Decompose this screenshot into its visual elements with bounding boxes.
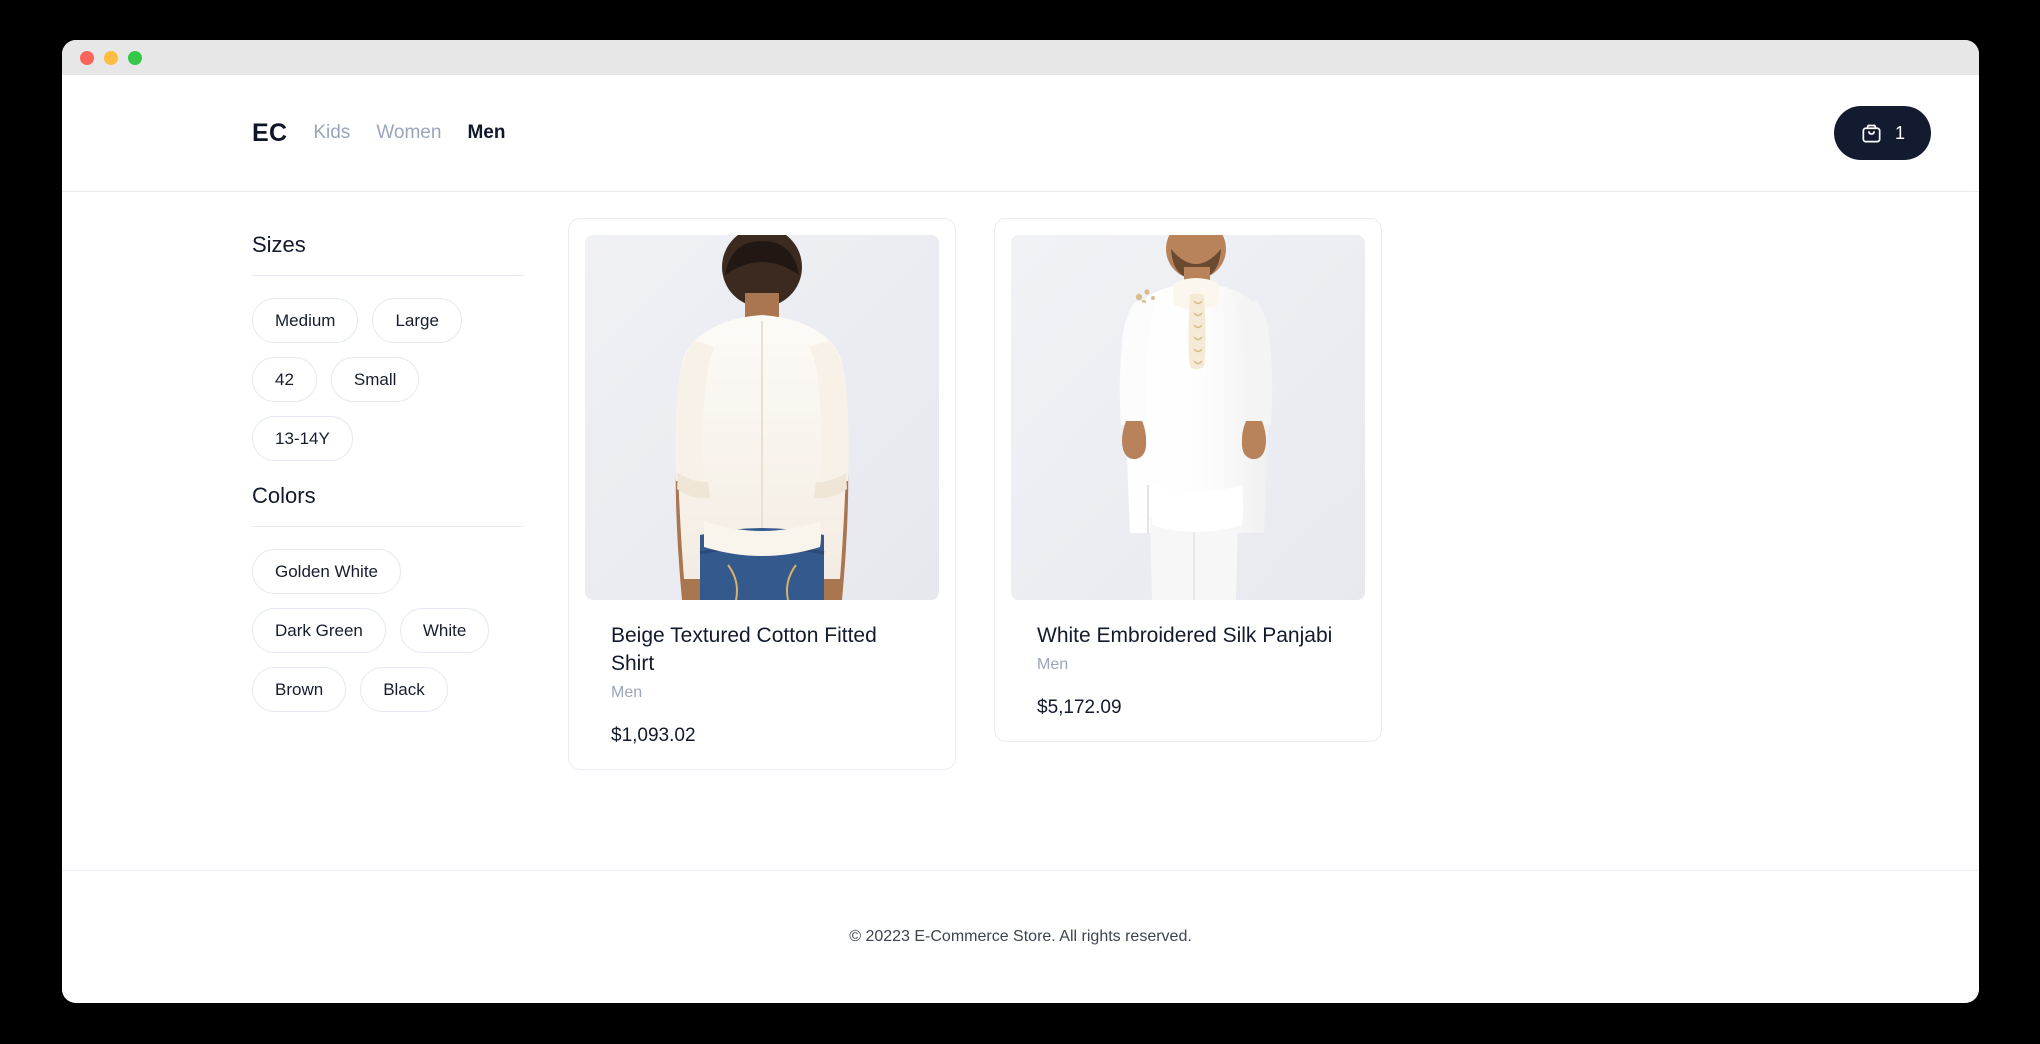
browser-titlebar	[62, 40, 1979, 75]
filter-group-sizes: Sizes Medium Large 42 Small 13-14Y	[252, 232, 524, 461]
product-category: Men	[1037, 655, 1069, 673]
product-category: Men	[611, 683, 643, 701]
product-title: White Embroidered Silk Panjabi	[1037, 624, 1333, 647]
nav-link-kids[interactable]: Kids	[313, 122, 350, 144]
cart-item-count: 1	[1894, 123, 1905, 143]
product-grid: Beige Textured Cotton Fitted Shirt Men $…	[524, 218, 1931, 770]
page-content: Sizes Medium Large 42 Small 13-14Y Color…	[62, 192, 1979, 870]
site-footer: © 20223 E-Commerce Store. All rights res…	[62, 870, 1979, 1003]
product-card[interactable]: White Embroidered Silk Panjabi Men $5,17…	[994, 218, 1382, 742]
product-image-beige-shirt	[585, 235, 939, 600]
cart-button[interactable]: 1	[1833, 106, 1931, 160]
size-chip-small[interactable]: Small	[330, 357, 420, 402]
browser-window: EC Kids Women Men 1 Sizes Medium Large 4…	[62, 40, 1979, 1003]
product-info: Beige Textured Cotton Fitted Shirt Men $…	[585, 600, 939, 747]
product-title: Beige Textured Cotton Fitted Shirt	[611, 624, 877, 675]
main-navigation: Kids Women Men	[313, 122, 505, 144]
filters-sidebar: Sizes Medium Large 42 Small 13-14Y Color…	[252, 218, 524, 734]
color-chip-brown[interactable]: Brown	[252, 667, 347, 712]
product-price: $1,093.02	[611, 724, 696, 746]
product-card[interactable]: Beige Textured Cotton Fitted Shirt Men $…	[568, 218, 956, 770]
filter-divider-sizes	[252, 275, 524, 276]
product-image-white-panjabi	[1011, 235, 1365, 600]
size-chip-42[interactable]: 42	[252, 357, 317, 402]
nav-link-men[interactable]: Men	[467, 122, 505, 144]
product-price: $5,172.09	[1037, 696, 1122, 718]
size-chip-large[interactable]: Large	[372, 298, 462, 343]
filter-title-sizes: Sizes	[252, 232, 306, 257]
nav-link-women[interactable]: Women	[376, 122, 441, 144]
color-chip-row: Golden White Dark Green White Brown Blac…	[252, 549, 524, 712]
footer-copyright: © 20223 E-Commerce Store. All rights res…	[849, 928, 1192, 945]
product-info: White Embroidered Silk Panjabi Men $5,17…	[1011, 600, 1365, 719]
site-header: EC Kids Women Men 1	[62, 75, 1979, 192]
brand-logo[interactable]: EC	[252, 119, 287, 148]
filter-divider-colors	[252, 526, 524, 527]
color-chip-dark-green[interactable]: Dark Green	[252, 608, 386, 653]
size-chip-13-14y[interactable]: 13-14Y	[252, 416, 353, 461]
window-minimize-button[interactable]	[104, 50, 118, 65]
size-chip-medium[interactable]: Medium	[252, 298, 359, 343]
color-chip-white[interactable]: White	[399, 608, 490, 653]
shopping-bag-icon	[1860, 122, 1883, 145]
window-maximize-button[interactable]	[128, 50, 142, 65]
filter-group-colors: Colors Golden White Dark Green White Bro…	[252, 483, 524, 712]
size-chip-row: Medium Large 42 Small 13-14Y	[252, 298, 524, 461]
filter-title-colors: Colors	[252, 483, 316, 508]
window-close-button[interactable]	[80, 50, 94, 65]
color-chip-black[interactable]: Black	[360, 667, 448, 712]
color-chip-golden-white[interactable]: Golden White	[252, 549, 401, 594]
